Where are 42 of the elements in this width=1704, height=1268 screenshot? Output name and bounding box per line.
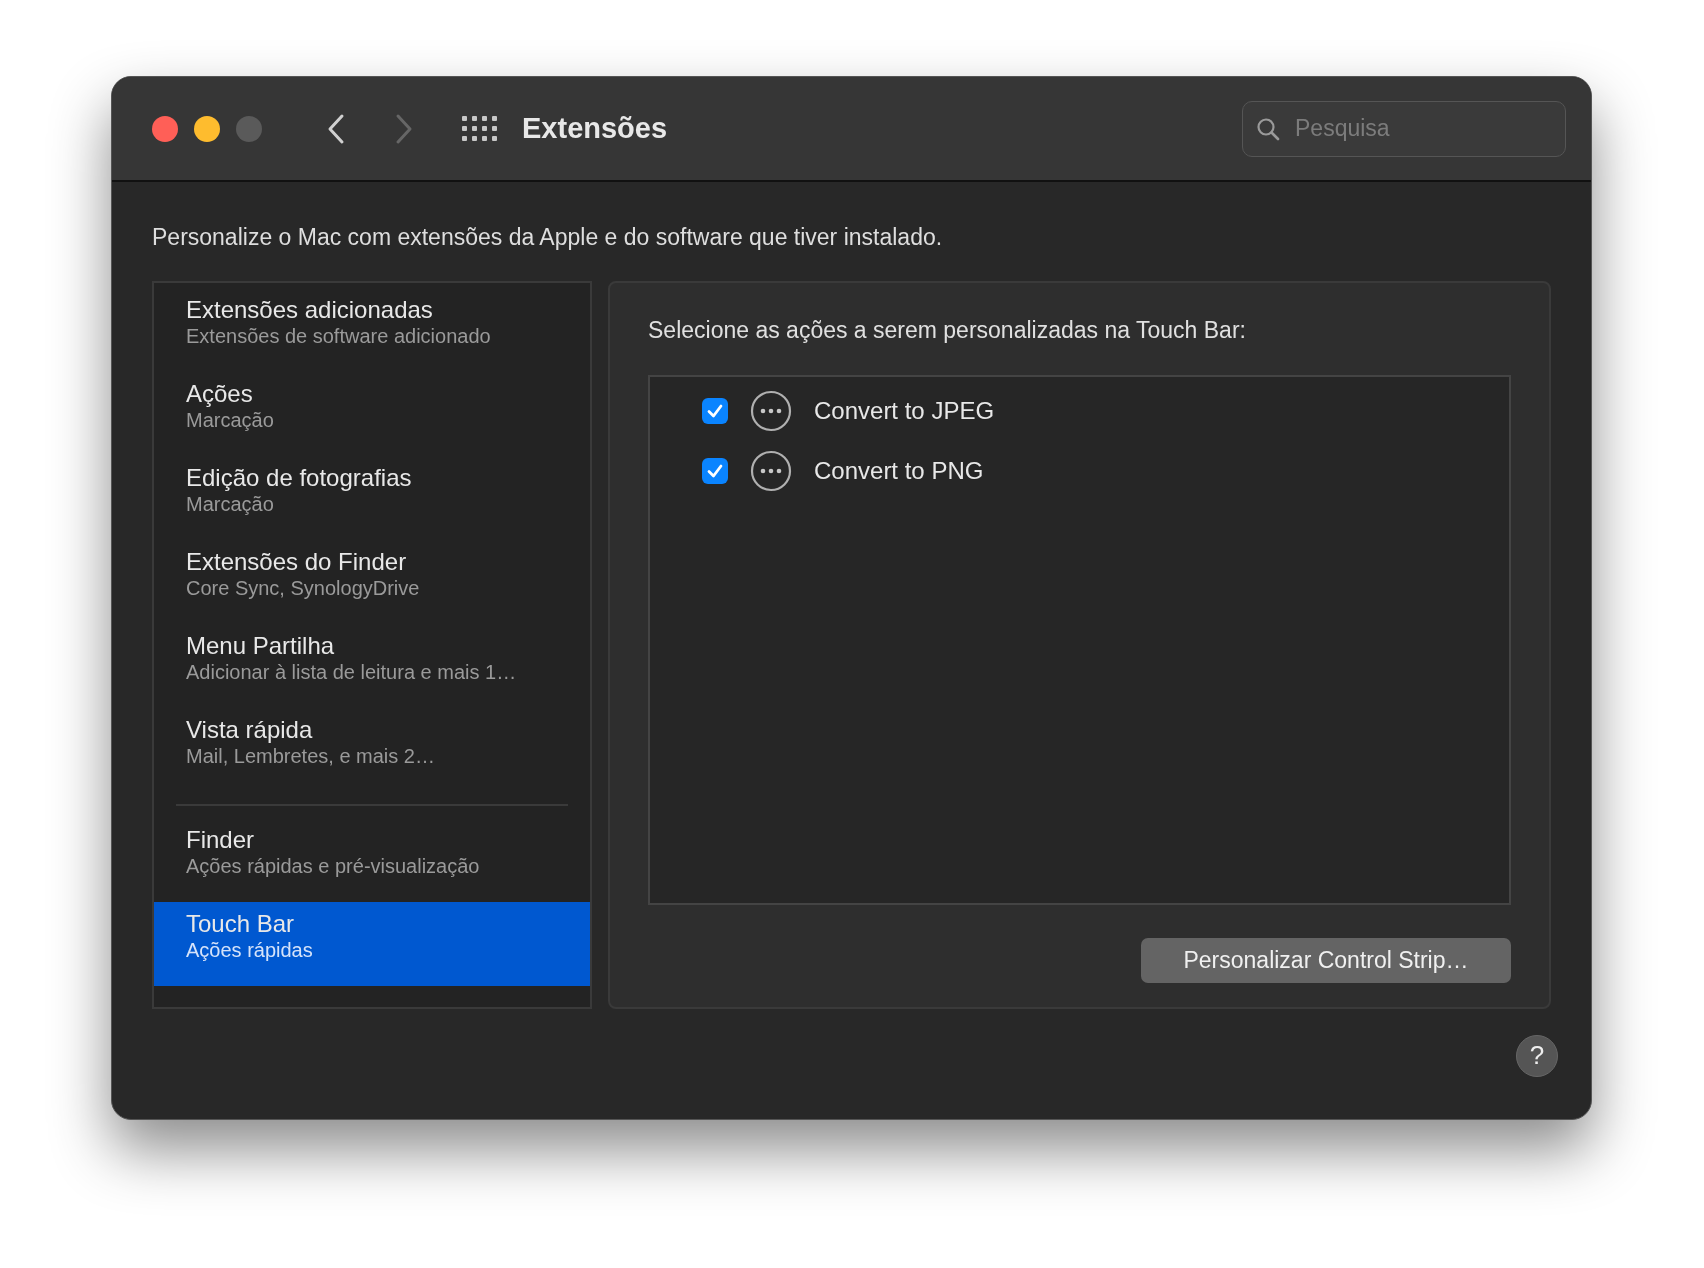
- panel-heading: Selecione as ações a serem personalizadas na Touch Bar:: [648, 315, 1247, 345]
- item-subtitle: Adicionar à lista de leitura e mais 1…: [186, 660, 518, 685]
- item-subtitle: Core Sync, SynologyDrive: [186, 576, 421, 601]
- sidebar-item[interactable]: Menu Partilha Adicionar à lista de leitura e mais 1…: [154, 623, 590, 708]
- checkmark-icon: [706, 402, 724, 420]
- item-title: Finder: [186, 825, 256, 855]
- description-text: Personalize o Mac com extensões da Apple e do software que tiver instalado.: [152, 223, 944, 252]
- sidebar-item[interactable]: Extensões adicionadas Extensões de software adicionado: [154, 287, 590, 372]
- window-title: Extensões: [522, 110, 668, 146]
- sidebar-item[interactable]: Vista rápida Mail, Lembretes, e mais 2…: [154, 707, 590, 792]
- close-button[interactable]: [152, 115, 178, 142]
- item-subtitle: Ações rápidas e pré-visualização: [186, 854, 481, 879]
- item-subtitle: Marcação: [186, 408, 275, 433]
- ellipsis-circle-icon: [750, 450, 792, 492]
- sidebar-item[interactable]: Ações Marcação: [154, 371, 590, 456]
- item-subtitle: Mail, Lembretes, e mais 2…: [186, 744, 436, 769]
- checkbox[interactable]: [702, 398, 728, 424]
- checkbox[interactable]: [702, 458, 728, 484]
- ellipsis-circle-icon: [750, 390, 792, 432]
- checkmark-icon: [706, 462, 724, 480]
- help-button[interactable]: ?: [1516, 1034, 1558, 1077]
- sidebar-item[interactable]: Edição de fotografias Marcação: [154, 455, 590, 540]
- item-subtitle: Extensões de software adicionado: [186, 324, 492, 349]
- item-title: Vista rápida: [186, 715, 314, 745]
- item-title: Edição de fotografias: [186, 463, 413, 493]
- item-title: Touch Bar: [186, 909, 296, 939]
- sidebar-item[interactable]: Extensões do Finder Core Sync, SynologyDrive: [154, 539, 590, 624]
- search-field[interactable]: Pesquisa: [1242, 100, 1566, 157]
- sidebar-item[interactable]: Finder Ações rápidas e pré-visualização: [154, 817, 590, 902]
- grid-icon[interactable]: [462, 115, 498, 142]
- item-title: Extensões do Finder: [186, 547, 408, 577]
- item-title: Menu Partilha: [186, 631, 336, 661]
- item-title: Extensões adicionadas: [186, 295, 434, 325]
- customize-button[interactable]: Personalizar Control Strip…: [1141, 938, 1511, 983]
- minimize-button[interactable]: [194, 115, 220, 142]
- item-subtitle: Ações rápidas: [186, 938, 314, 963]
- sidebar-item[interactable]: Touch Bar Ações rápidas: [154, 901, 590, 986]
- item-subtitle: Marcação: [186, 492, 275, 517]
- action-label: Convert to PNG: [814, 456, 984, 486]
- item-title: Ações: [186, 379, 254, 409]
- search-icon: [1256, 116, 1280, 141]
- action-label: Convert to JPEG: [814, 396, 995, 426]
